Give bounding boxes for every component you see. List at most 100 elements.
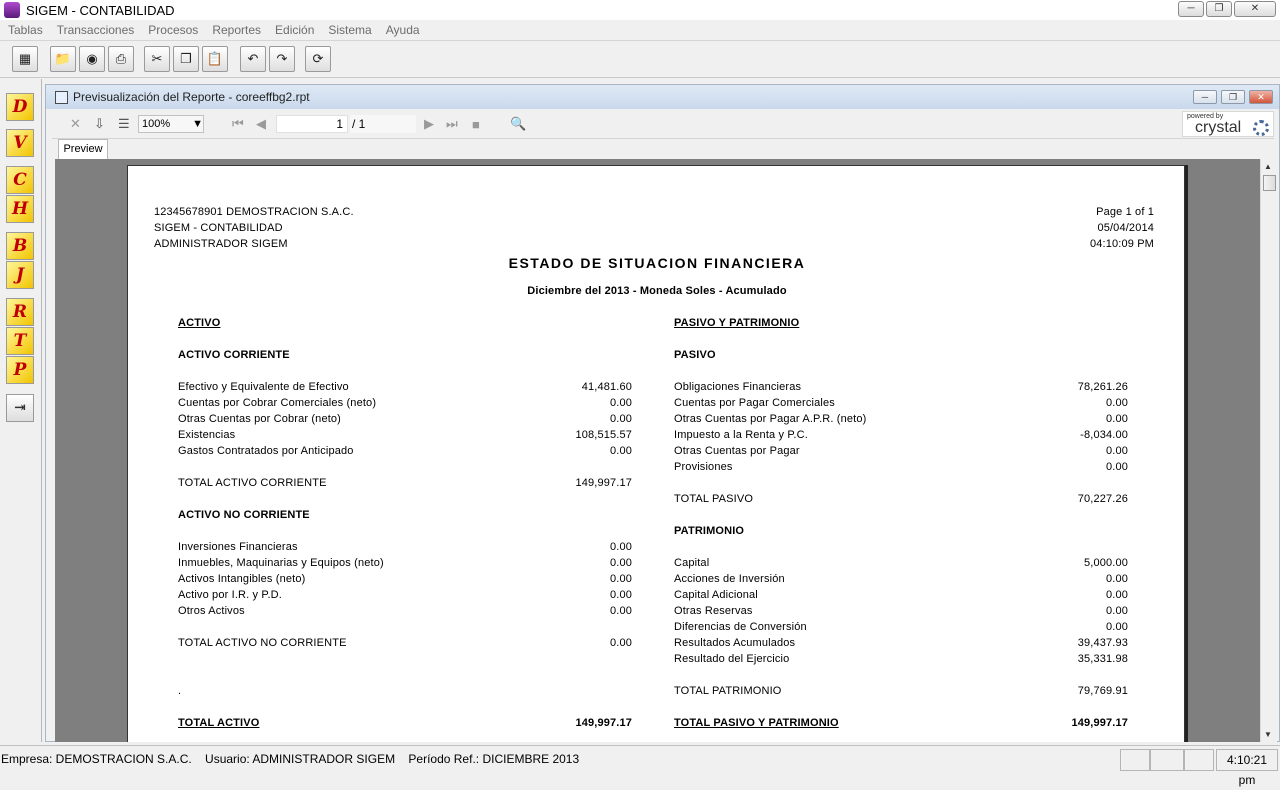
activo-no-corriente-row-value: 0.00 bbox=[609, 589, 632, 601]
calculator-icon[interactable]: ▦ bbox=[12, 46, 38, 72]
activo-corriente-row-label: Otras Cuentas por Cobrar (neto) bbox=[178, 413, 341, 425]
vertical-scrollbar[interactable]: ▲ ▼ bbox=[1260, 159, 1277, 742]
shortcut-t-button[interactable]: T bbox=[6, 327, 34, 355]
last-page-icon[interactable]: ⏭ bbox=[446, 115, 458, 133]
activo-no-corriente-row-value: 0.00 bbox=[609, 605, 632, 617]
patrimonio-row-label: Diferencias de Conversión bbox=[674, 621, 807, 633]
patrimonio-row-value: 5,000.00 bbox=[1083, 557, 1128, 569]
shortcut-r-button[interactable]: R bbox=[6, 298, 34, 326]
search-icon[interactable]: 🔍 bbox=[510, 115, 526, 133]
first-page-icon[interactable]: ⏮ bbox=[232, 115, 244, 133]
total-activo-corriente-label: TOTAL ACTIVO CORRIENTE bbox=[178, 477, 327, 489]
window-controls: ─ ❐ ✕ bbox=[1178, 1, 1276, 17]
app-title: SIGEM - CONTABILIDAD bbox=[26, 2, 175, 18]
menu-procesos[interactable]: Procesos bbox=[148, 23, 198, 37]
activo-no-corriente-row-value: 0.00 bbox=[609, 557, 632, 569]
activo-corriente-row-value: 0.00 bbox=[609, 445, 632, 457]
stop-icon[interactable]: ■ bbox=[472, 115, 480, 133]
shortcut-c-button[interactable]: C bbox=[6, 166, 34, 194]
close-button[interactable]: ✕ bbox=[1234, 1, 1276, 17]
activo-no-corriente-row-label: Otros Activos bbox=[178, 605, 245, 617]
shortcut-d-button[interactable]: D bbox=[6, 93, 34, 121]
group-tree-icon[interactable]: ☰ bbox=[118, 115, 130, 133]
patrimonio-row-value: 35,331.98 bbox=[1077, 653, 1128, 665]
report-maximize-button[interactable]: ❐ bbox=[1221, 90, 1245, 104]
menu-sistema[interactable]: Sistema bbox=[328, 23, 371, 37]
patrimonio-row-label: Capital bbox=[674, 557, 710, 569]
report-subtitle: Diciembre del 2013 - Moneda Soles - Acum… bbox=[527, 285, 787, 297]
zoom-select[interactable]: 100% ▼ bbox=[138, 115, 204, 133]
total-patrimonio-value: 79,769.91 bbox=[1077, 685, 1128, 697]
scroll-up-icon[interactable]: ▲ bbox=[1264, 162, 1272, 171]
report-window-icon bbox=[55, 90, 68, 104]
report-close-button[interactable]: ✕ bbox=[1249, 90, 1273, 104]
heading-patrimonio: PATRIMONIO bbox=[674, 525, 745, 537]
shortcut-b-button[interactable]: B bbox=[6, 232, 34, 260]
chevron-down-icon: ▼ bbox=[192, 118, 203, 130]
total-activo-no-corriente-label: TOTAL ACTIVO NO CORRIENTE bbox=[178, 637, 347, 649]
left-toolbar: D V C H B J R T P ⇥ bbox=[0, 79, 42, 742]
shortcut-j-button[interactable]: J bbox=[6, 261, 34, 289]
menu-ayuda[interactable]: Ayuda bbox=[386, 23, 420, 37]
activo-corriente-row-value: 108,515.57 bbox=[575, 429, 632, 441]
status-panel-1 bbox=[1120, 749, 1150, 771]
exit-icon[interactable]: ⇥ bbox=[6, 394, 34, 422]
menu-transacciones[interactable]: Transacciones bbox=[57, 23, 135, 37]
paste-icon[interactable]: 📋 bbox=[202, 46, 228, 72]
activo-corriente-row-label: Cuentas por Cobrar Comerciales (neto) bbox=[178, 397, 377, 409]
patrimonio-row-value: 39,437.93 bbox=[1077, 637, 1128, 649]
preview-icon[interactable]: ◉ bbox=[79, 46, 105, 72]
pasivo-row-value: -8,034.00 bbox=[1080, 429, 1128, 441]
zoom-value: 100% bbox=[142, 118, 171, 130]
next-page-icon[interactable]: ▶ bbox=[424, 115, 434, 133]
prev-page-icon[interactable]: ◀ bbox=[256, 115, 266, 133]
report-window-controls: ─ ❐ ✕ bbox=[1193, 90, 1273, 104]
patrimonio-row-label: Otras Reservas bbox=[674, 605, 753, 617]
scroll-thumb[interactable] bbox=[1263, 175, 1276, 191]
activo-no-corriente-row-value: 0.00 bbox=[609, 541, 632, 553]
app-title-bar: SIGEM - CONTABILIDAD ─ ❐ ✕ bbox=[0, 0, 1280, 20]
total-patrimonio-label: TOTAL PATRIMONIO bbox=[674, 685, 782, 697]
undo-icon[interactable]: ↶ bbox=[240, 46, 266, 72]
heading-pasivo: PASIVO bbox=[674, 349, 716, 361]
redo-icon[interactable]: ↷ bbox=[269, 46, 295, 72]
shortcut-p-button[interactable]: P bbox=[6, 356, 34, 384]
minimize-button[interactable]: ─ bbox=[1178, 1, 1204, 17]
report-preview-window: Previsualización del Reporte - coreeffbg… bbox=[45, 84, 1280, 742]
close-view-icon[interactable]: ✕ bbox=[70, 115, 81, 133]
page-info: Page 1 of 1 bbox=[1096, 206, 1154, 218]
page-number-input[interactable]: 1 bbox=[276, 115, 348, 133]
pasivo-row-label: Obligaciones Financieras bbox=[674, 381, 802, 393]
menu-reportes[interactable]: Reportes bbox=[212, 23, 261, 37]
total-pasivo-patrimonio-label: TOTAL PASIVO Y PATRIMONIO bbox=[674, 717, 839, 729]
refresh-icon[interactable]: ⟳ bbox=[305, 46, 331, 72]
patrimonio-row-value: 0.00 bbox=[1105, 573, 1128, 585]
menu-bar: Tablas Transacciones Procesos Reportes E… bbox=[0, 20, 1280, 40]
menu-edicion[interactable]: Edición bbox=[275, 23, 314, 37]
total-activo-label: TOTAL ACTIVO bbox=[178, 717, 260, 729]
scroll-down-icon[interactable]: ▼ bbox=[1264, 730, 1272, 739]
shortcut-h-button[interactable]: H bbox=[6, 195, 34, 223]
export-icon[interactable]: ⇩ bbox=[94, 115, 105, 133]
activo-no-corriente-row-label: Activo por I.R. y P.D. bbox=[178, 589, 282, 601]
patrimonio-row-label: Acciones de Inversión bbox=[674, 573, 785, 585]
copy-icon[interactable]: ❐ bbox=[173, 46, 199, 72]
activo-corriente-row-value: 0.00 bbox=[609, 413, 632, 425]
cut-icon[interactable]: ✂ bbox=[144, 46, 170, 72]
pasivo-row-value: 0.00 bbox=[1105, 461, 1128, 473]
report-window-title: Previsualización del Reporte - coreeffbg… bbox=[73, 90, 310, 104]
report-minimize-button[interactable]: ─ bbox=[1193, 90, 1217, 104]
shortcut-v-button[interactable]: V bbox=[6, 129, 34, 157]
pasivo-row-label: Otras Cuentas por Pagar bbox=[674, 445, 800, 457]
tab-preview[interactable]: Preview bbox=[58, 139, 108, 159]
menu-tablas[interactable]: Tablas bbox=[8, 23, 43, 37]
maximize-button[interactable]: ❐ bbox=[1206, 1, 1232, 17]
open-folder-icon[interactable]: 📁 bbox=[50, 46, 76, 72]
report-date: 05/04/2014 bbox=[1097, 222, 1154, 234]
report-tabs: Preview bbox=[52, 139, 1274, 159]
patrimonio-row-label: Capital Adicional bbox=[674, 589, 758, 601]
status-panel-2 bbox=[1150, 749, 1184, 771]
print-icon[interactable]: ⎙ bbox=[108, 46, 134, 72]
status-panel-3 bbox=[1184, 749, 1214, 771]
patrimonio-row-value: 0.00 bbox=[1105, 589, 1128, 601]
